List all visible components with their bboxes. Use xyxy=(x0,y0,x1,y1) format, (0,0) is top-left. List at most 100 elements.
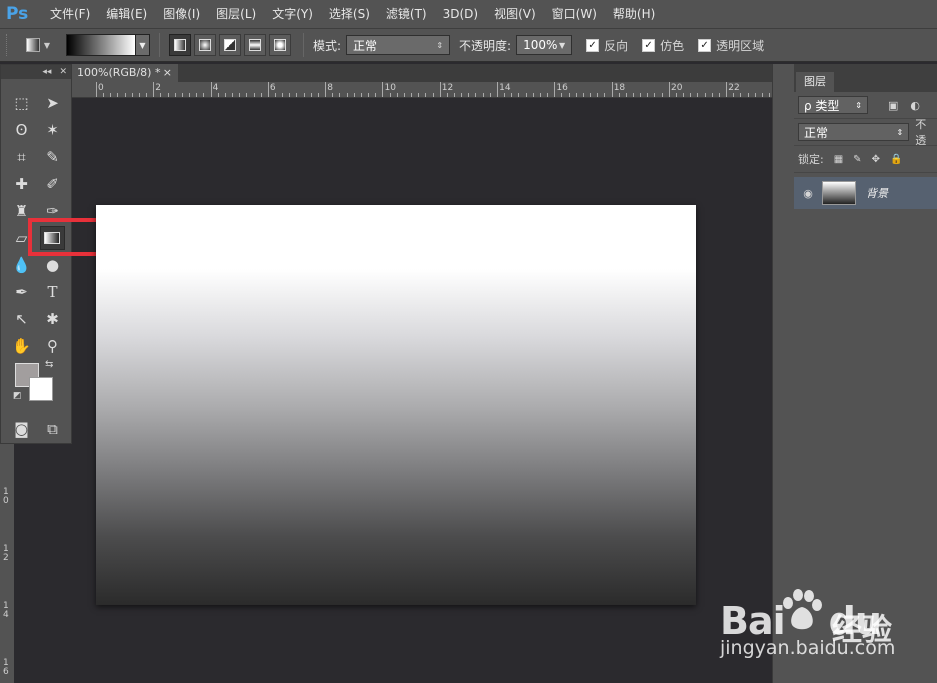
screen-mode-icon[interactable]: ⧉ xyxy=(40,417,65,441)
menu-file[interactable]: 文件(F) xyxy=(42,0,98,28)
healing-brush-tool-icon[interactable]: ✚ xyxy=(9,172,34,196)
transparency-checkbox[interactable]: ✓ 透明区域 xyxy=(698,37,764,54)
lock-position-icon[interactable]: ✥ xyxy=(872,154,880,165)
background-color-swatch[interactable] xyxy=(29,377,53,401)
eye-icon[interactable]: ◉ xyxy=(794,187,822,200)
brush-tool-icon[interactable]: ✐ xyxy=(40,172,65,196)
check-icon[interactable]: ✓ xyxy=(586,38,600,52)
reverse-checkbox[interactable]: ✓ 反向 xyxy=(586,37,628,54)
quick-mask-icon[interactable]: ◙ xyxy=(9,417,34,441)
zoom-tool-icon[interactable]: ⚲ xyxy=(40,334,65,358)
ruler-tick-label: 8 xyxy=(327,83,333,93)
hand-tool-icon[interactable]: ✋ xyxy=(9,334,34,358)
chevron-down-icon[interactable]: ▼ xyxy=(559,41,565,50)
ruler-tick-mark xyxy=(747,93,749,97)
dither-checkbox[interactable]: ✓ 仿色 xyxy=(642,37,684,54)
radial-gradient-icon xyxy=(199,39,211,51)
menu-window[interactable]: 窗口(W) xyxy=(544,0,605,28)
adjustment-filter-icon[interactable]: ◐ xyxy=(910,99,920,112)
menu-image[interactable]: 图像(I) xyxy=(155,0,208,28)
ruler-tick-mark xyxy=(339,93,341,97)
menu-filter[interactable]: 滤镜(T) xyxy=(378,0,435,28)
magic-wand-tool-icon[interactable]: ✶ xyxy=(40,118,65,142)
blend-mode-select[interactable]: 正常 ⇕ xyxy=(798,123,910,141)
radial-gradient-button[interactable] xyxy=(194,34,216,56)
options-grip[interactable] xyxy=(6,34,10,56)
layer-filter-select[interactable]: ρ 类型 ⇕ xyxy=(798,96,868,114)
pen-tool-icon[interactable]: ✒ xyxy=(9,280,34,304)
gradient-picker[interactable]: ▼ xyxy=(66,34,150,56)
close-icon[interactable]: × xyxy=(163,64,172,82)
tab-layers[interactable]: 图层 xyxy=(796,72,834,92)
divider xyxy=(159,33,160,57)
swap-colors-icon[interactable]: ⇆ xyxy=(45,359,53,370)
crop-tool-icon[interactable]: ⌗ xyxy=(9,145,34,169)
ruler-tick-mark xyxy=(389,93,391,97)
layer-opacity-label: 不透 xyxy=(915,118,927,147)
blend-row: 正常 ⇕ 不透 xyxy=(794,118,937,147)
lock-image-icon[interactable]: ✎ xyxy=(853,154,861,165)
menu-edit[interactable]: 编辑(E) xyxy=(98,0,155,28)
lock-all-icon[interactable]: 🔒 xyxy=(890,154,902,165)
ruler-tick-mark xyxy=(203,93,205,97)
lasso-tool-icon[interactable]: ʘ xyxy=(9,118,34,142)
image-filter-icon[interactable]: ▣ xyxy=(888,99,898,112)
ruler-tick-mark xyxy=(690,93,692,97)
close-icon[interactable]: ✕ xyxy=(59,67,67,77)
ruler-tick-label: 22 xyxy=(728,83,740,93)
dodge-tool-icon[interactable]: ● xyxy=(40,253,65,277)
reflected-gradient-button[interactable] xyxy=(244,34,266,56)
highlight-box xyxy=(28,218,104,256)
ruler-tick-mark xyxy=(360,93,362,97)
menu-help[interactable]: 帮助(H) xyxy=(605,0,663,28)
ruler-tick-mark xyxy=(597,93,599,97)
eyedropper-tool-icon[interactable]: ✎ xyxy=(40,145,65,169)
move-tool-icon[interactable]: ➤ xyxy=(40,91,65,115)
ruler-tick-mark xyxy=(439,82,441,97)
angle-gradient-button[interactable] xyxy=(219,34,241,56)
ruler-tick-mark xyxy=(224,93,226,97)
menu-3d[interactable]: 3D(D) xyxy=(435,0,486,28)
menu-view[interactable]: 视图(V) xyxy=(486,0,544,28)
layers-panel-tabs: 图层 xyxy=(794,64,937,92)
menu-select[interactable]: 选择(S) xyxy=(321,0,378,28)
menu-layer[interactable]: 图层(L) xyxy=(208,0,264,28)
ruler-tick-mark xyxy=(726,82,728,97)
mode-select[interactable]: 正常 ⇕ xyxy=(346,35,451,55)
collapse-icon[interactable]: ◂◂ xyxy=(42,67,51,77)
default-colors-icon[interactable]: ◩ xyxy=(13,391,22,401)
path-selection-tool-icon[interactable]: ↖ xyxy=(9,307,34,331)
tool-preset-picker[interactable]: ▼ xyxy=(18,34,58,56)
layer-thumbnail xyxy=(822,181,856,205)
ruler-tick-mark xyxy=(210,82,212,97)
ruler-tick-mark xyxy=(539,93,541,97)
blur-tool-icon[interactable]: 💧 xyxy=(9,253,34,277)
gradient-swatch[interactable] xyxy=(67,35,135,55)
ruler-tick-mark xyxy=(124,93,126,97)
reflected-gradient-icon xyxy=(249,39,261,51)
ruler-tick-mark xyxy=(239,93,241,97)
custom-shape-tool-icon[interactable]: ✱ xyxy=(40,307,65,331)
diamond-gradient-button[interactable] xyxy=(269,34,291,56)
check-icon[interactable]: ✓ xyxy=(698,38,712,52)
document-tab[interactable]: 100%(RGB/8) * × xyxy=(72,64,178,82)
ruler-tick-label: 1 4 xyxy=(3,601,9,620)
ruler-tick-mark xyxy=(153,82,155,97)
opacity-input[interactable]: 100% ▼ xyxy=(516,35,573,55)
marquee-tool-icon[interactable]: ⬚ xyxy=(9,91,34,115)
ruler-tick-mark xyxy=(654,93,656,97)
ruler-tick-mark xyxy=(554,82,556,97)
type-tool-icon[interactable]: T xyxy=(40,280,65,304)
ruler-tick-mark xyxy=(568,93,570,97)
check-icon[interactable]: ✓ xyxy=(642,38,656,52)
lock-transparent-icon[interactable]: ▦ xyxy=(834,154,843,165)
ruler-tick-mark xyxy=(532,93,534,97)
ruler-tick-mark xyxy=(275,93,276,97)
menu-type[interactable]: 文字(Y) xyxy=(264,0,321,28)
ruler-tick-label: 2 xyxy=(155,83,162,93)
layer-row[interactable]: ◉ 背景 xyxy=(794,177,937,209)
document-canvas[interactable] xyxy=(96,205,696,605)
chevron-down-icon[interactable]: ▼ xyxy=(135,35,149,55)
color-swatches: ⇆ ◩ xyxy=(1,359,71,415)
linear-gradient-button[interactable] xyxy=(169,34,191,56)
